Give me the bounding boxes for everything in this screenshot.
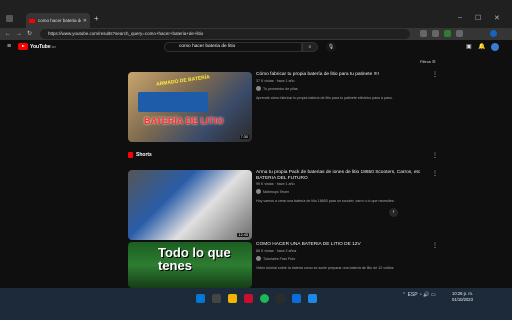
youtube-logo[interactable]: YouTube MX: [18, 43, 56, 50]
start-icon[interactable]: [196, 294, 205, 303]
channel-name: Tutoriales Fran Polo: [263, 256, 296, 261]
favorites-icon[interactable]: [432, 30, 439, 37]
video-duration: 12:45: [237, 233, 249, 237]
new-tab-button[interactable]: +: [94, 14, 99, 23]
hamburger-menu-icon[interactable]: ≡: [7, 43, 11, 50]
profile-icon[interactable]: [490, 30, 497, 37]
filters-button[interactable]: Filtros ☰: [420, 59, 436, 64]
volume-icon: 🔊: [423, 292, 430, 298]
forward-icon[interactable]: →: [16, 28, 22, 40]
youtube-play-icon: [18, 43, 28, 50]
youtube-favicon-icon: [29, 18, 35, 23]
app-icon-red[interactable]: [244, 294, 253, 303]
edge-browser-icon[interactable]: [292, 294, 301, 303]
video-thumbnail[interactable]: 12:45: [128, 170, 252, 240]
spotify-icon[interactable]: [260, 294, 269, 303]
channel-name: Mahmoys Tesen: [263, 189, 290, 194]
video-description: Aprende cómo fabricar tu propia batería …: [256, 96, 393, 100]
youtube-region: MX: [51, 44, 57, 49]
more-options-icon[interactable]: ⋮: [432, 242, 438, 249]
thumbnail-caption-top: ARMADO DE BATERÍA: [155, 74, 211, 88]
taskbar-clock[interactable]: 10:26 p. m. 01/10/2023: [452, 291, 473, 303]
tab-title: como hacer bateria de litio - You: [38, 18, 81, 23]
shorts-section-header: Shorts: [128, 152, 152, 158]
filter-icon: ☰: [432, 59, 436, 64]
video-description: Hoy vamos a crear una batería de litio 1…: [256, 199, 395, 203]
channel-link[interactable]: Mahmoys Tesen: [256, 189, 289, 194]
word-icon[interactable]: [308, 294, 317, 303]
maximize-icon[interactable]: ☐: [475, 14, 481, 22]
youtube-logo-text: YouTube: [30, 43, 51, 50]
shorts-more-icon[interactable]: ⋮: [432, 152, 438, 159]
close-tab-icon[interactable]: ✕: [83, 18, 87, 24]
video-meta: 99 K vistas · hace 1 año: [256, 182, 295, 186]
battery-icon: ▭: [430, 292, 436, 298]
search-icon: ⌕: [308, 44, 312, 50]
thumbnail-caption: Todo lo que tenes: [158, 245, 231, 273]
channel-name: Tu proveedor de pilas: [263, 86, 298, 91]
video-description: Video tutorial sobre la batería como se …: [256, 266, 395, 270]
channel-link[interactable]: Tu proveedor de pilas: [256, 86, 298, 91]
video-meta: 86 K vistas · hace 2 años: [256, 249, 297, 253]
language-indicator: ESP: [407, 292, 418, 298]
search-button[interactable]: ⌕: [302, 42, 318, 52]
video-meta: 37 K vistas · hace 1 año: [256, 79, 295, 83]
video-title[interactable]: Cómo fabricar tu propia batería de litio…: [256, 72, 426, 78]
reload-icon[interactable]: ↻: [27, 28, 32, 40]
more-options-icon[interactable]: ⋮: [432, 71, 438, 78]
browser-menu-icon[interactable]: [6, 15, 13, 22]
video-duration: 7:30: [239, 135, 249, 139]
video-title[interactable]: Arma tu propia Pack de baterias de iones…: [256, 170, 426, 182]
search-taskbar-icon[interactable]: [212, 294, 221, 303]
system-tray[interactable]: ⌃ ESP ◔ 🔊 ▭: [402, 292, 436, 298]
shorts-label: Shorts: [136, 152, 152, 158]
video-title[interactable]: COMO HACER UNA BATERIA DE LITIO DE 12V: [256, 242, 426, 248]
browser-tab[interactable]: como hacer bateria de litio - You ✕: [26, 13, 90, 28]
channel-avatar: [256, 86, 261, 91]
channel-link[interactable]: Tutoriales Fran Polo: [256, 256, 295, 261]
collections-icon[interactable]: [456, 30, 463, 37]
url-field[interactable]: https://www.youtube.com/results?search_q…: [40, 29, 410, 39]
shorts-icon: [128, 152, 133, 158]
back-icon[interactable]: ←: [5, 28, 11, 40]
channel-avatar: [256, 189, 261, 194]
extension-green-icon[interactable]: [444, 30, 451, 37]
battery-pack-image: [138, 92, 208, 112]
avatar[interactable]: [491, 43, 499, 51]
voice-search-button[interactable]: 🎙: [326, 42, 336, 52]
next-arrow-button[interactable]: ›: [389, 208, 398, 217]
create-video-icon[interactable]: ▣: [466, 43, 472, 50]
video-thumbnail[interactable]: ARMADO DE BATERÍA BATERÍA DE LITIO 7:30: [128, 72, 252, 142]
extension-icon[interactable]: [420, 30, 427, 37]
filters-label: Filtros: [420, 59, 431, 64]
clock-date: 01/10/2023: [452, 297, 473, 302]
channel-avatar: [256, 256, 261, 261]
more-options-icon[interactable]: ⋮: [432, 170, 438, 177]
file-explorer-icon[interactable]: [228, 294, 237, 303]
window-close-icon[interactable]: ✕: [494, 14, 500, 22]
notifications-icon[interactable]: 🔔: [478, 43, 485, 50]
video-thumbnail[interactable]: Todo lo que tenes: [128, 242, 252, 288]
search-input[interactable]: como hacer bateria de litio: [164, 42, 302, 52]
app-icon-dark[interactable]: [276, 294, 285, 303]
thumbnail-caption: BATERÍA DE LITIO: [144, 116, 224, 126]
minimize-icon[interactable]: –: [458, 14, 462, 21]
wifi-icon: ◔: [418, 292, 422, 298]
microphone-icon: 🎙: [327, 44, 335, 50]
